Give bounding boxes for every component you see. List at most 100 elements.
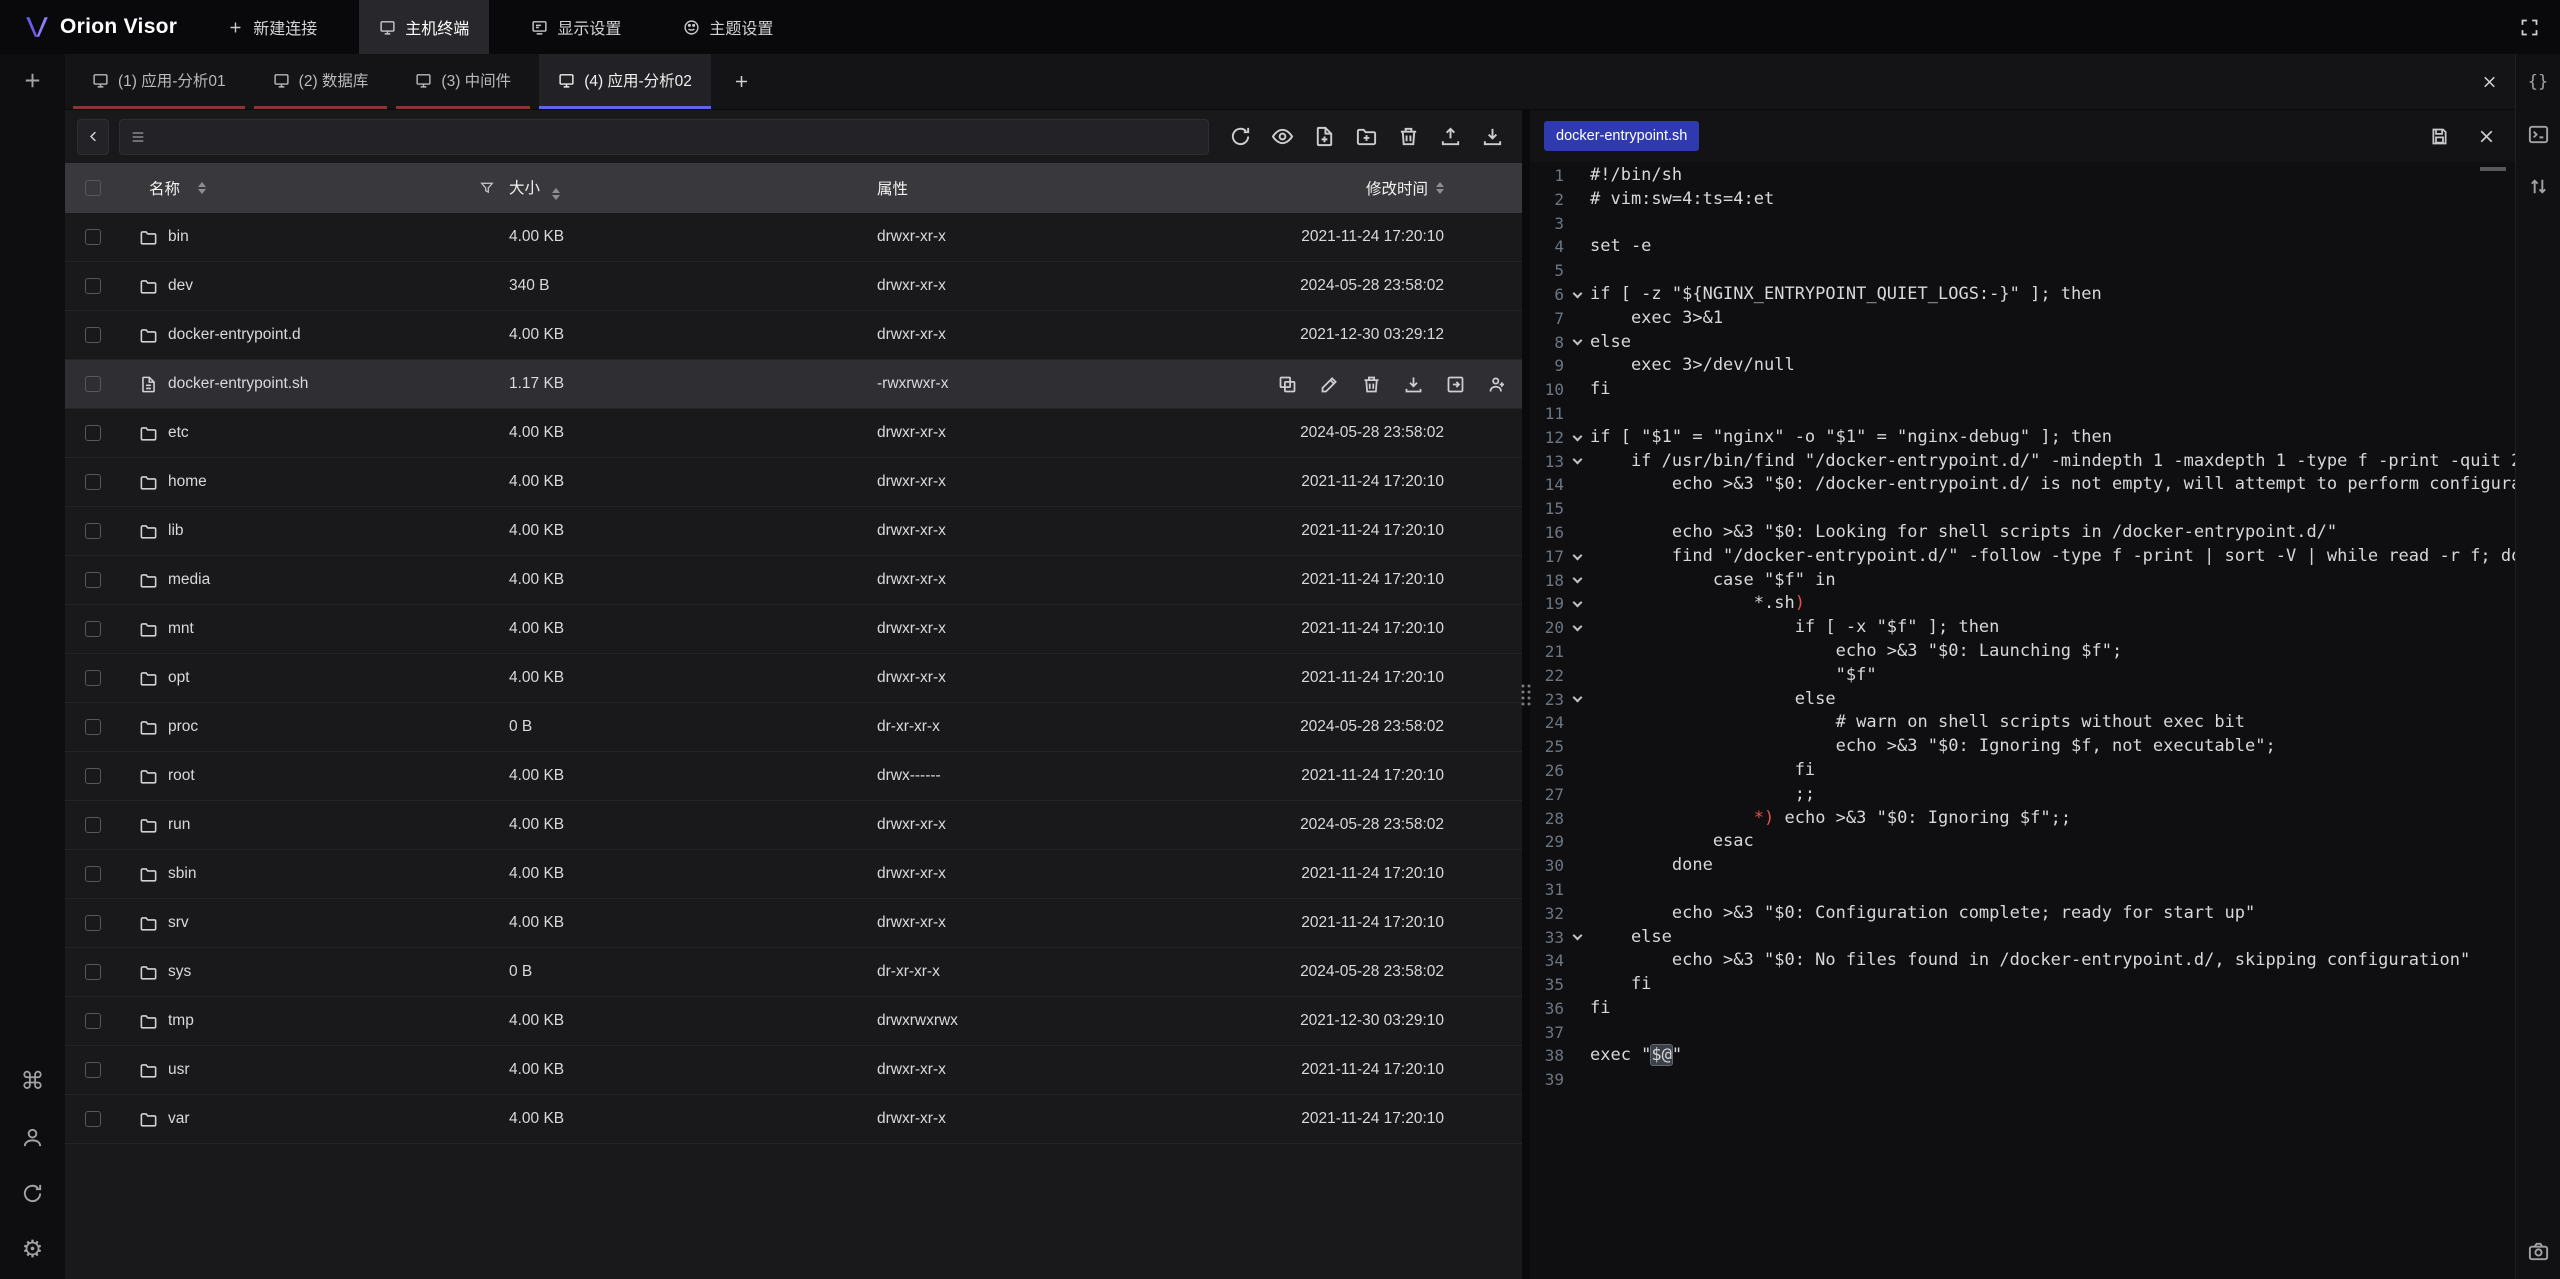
fold-toggle-icon[interactable] bbox=[1564, 402, 1590, 426]
copy-path-icon[interactable] bbox=[1277, 374, 1298, 395]
row-checkbox[interactable] bbox=[85, 1062, 101, 1078]
row-checkbox[interactable] bbox=[85, 327, 101, 343]
panel-splitter[interactable] bbox=[1522, 110, 1530, 1279]
table-row[interactable]: etc 4.00 KB drwxr-xr-x 2024-05-28 23:58:… bbox=[65, 409, 1522, 458]
refresh-icon[interactable] bbox=[1229, 125, 1252, 148]
close-tabs-icon[interactable] bbox=[2480, 72, 2499, 91]
fold-toggle-icon[interactable] bbox=[1564, 497, 1590, 521]
fold-toggle-icon[interactable] bbox=[1564, 1068, 1590, 1092]
new-panel-plus-icon[interactable] bbox=[19, 66, 47, 94]
fold-toggle-icon[interactable] bbox=[1564, 616, 1590, 640]
fold-toggle-icon[interactable] bbox=[1564, 450, 1590, 474]
nav-item-display-settings[interactable]: 显示设置 bbox=[511, 0, 641, 54]
row-checkbox[interactable] bbox=[85, 572, 101, 588]
nav-item-theme-settings[interactable]: 主题设置 bbox=[663, 0, 793, 54]
permission-icon[interactable] bbox=[1487, 374, 1508, 395]
fold-toggle-icon[interactable] bbox=[1564, 1021, 1590, 1045]
row-checkbox[interactable] bbox=[85, 817, 101, 833]
fold-toggle-icon[interactable] bbox=[1564, 759, 1590, 783]
fold-toggle-icon[interactable] bbox=[1564, 521, 1590, 545]
row-checkbox[interactable] bbox=[85, 719, 101, 735]
table-row[interactable]: docker-entrypoint.d 4.00 KB drwxr-xr-x 2… bbox=[65, 311, 1522, 360]
fold-toggle-icon[interactable] bbox=[1564, 354, 1590, 378]
edit-icon[interactable] bbox=[1319, 374, 1340, 395]
table-row[interactable]: media 4.00 KB drwxr-xr-x 2021-11-24 17:2… bbox=[65, 556, 1522, 605]
sync-icon[interactable] bbox=[19, 1179, 47, 1207]
row-checkbox[interactable] bbox=[85, 229, 101, 245]
table-row[interactable]: run 4.00 KB drwxr-xr-x 2024-05-28 23:58:… bbox=[65, 801, 1522, 850]
row-checkbox[interactable] bbox=[85, 376, 101, 392]
open-file-chip[interactable]: docker-entrypoint.sh bbox=[1544, 121, 1699, 151]
tab-middleware[interactable]: (3) 中间件 bbox=[396, 54, 530, 109]
eye-icon[interactable] bbox=[1271, 125, 1294, 148]
table-row[interactable]: opt 4.00 KB drwxr-xr-x 2021-11-24 17:20:… bbox=[65, 654, 1522, 703]
fold-toggle-icon[interactable] bbox=[1564, 640, 1590, 664]
sort-size-icon[interactable] bbox=[552, 188, 560, 200]
table-row[interactable]: srv 4.00 KB drwxr-xr-x 2021-11-24 17:20:… bbox=[65, 899, 1522, 948]
fold-toggle-icon[interactable] bbox=[1564, 378, 1590, 402]
new-tab-button[interactable] bbox=[732, 72, 751, 91]
terminal-panel-icon[interactable] bbox=[2524, 120, 2552, 148]
path-input[interactable] bbox=[154, 128, 1198, 145]
code-area[interactable]: 1 #!/bin/sh 2 # vim:sw=4:ts=4:et 3 4 set… bbox=[1530, 162, 2515, 1279]
fold-toggle-icon[interactable] bbox=[1564, 735, 1590, 759]
table-row[interactable]: home 4.00 KB drwxr-xr-x 2021-11-24 17:20… bbox=[65, 458, 1522, 507]
fold-toggle-icon[interactable] bbox=[1564, 307, 1590, 331]
settings-gear-icon[interactable]: ⚙ bbox=[19, 1235, 47, 1263]
fold-toggle-icon[interactable] bbox=[1564, 569, 1590, 593]
table-row[interactable]: bin 4.00 KB drwxr-xr-x 2021-11-24 17:20:… bbox=[65, 213, 1522, 262]
row-download-icon[interactable] bbox=[1403, 374, 1424, 395]
table-row[interactable]: var 4.00 KB drwxr-xr-x 2021-11-24 17:20:… bbox=[65, 1095, 1522, 1144]
fold-toggle-icon[interactable] bbox=[1564, 783, 1590, 807]
fold-toggle-icon[interactable] bbox=[1564, 283, 1590, 307]
close-editor-icon[interactable] bbox=[2476, 126, 2497, 147]
row-checkbox[interactable] bbox=[85, 915, 101, 931]
fold-toggle-icon[interactable] bbox=[1564, 235, 1590, 259]
fold-toggle-icon[interactable] bbox=[1564, 973, 1590, 997]
new-file-icon[interactable] bbox=[1313, 125, 1336, 148]
table-row[interactable]: usr 4.00 KB drwxr-xr-x 2021-11-24 17:20:… bbox=[65, 1046, 1522, 1095]
snippet-braces-icon[interactable]: {} bbox=[2524, 68, 2552, 96]
back-button[interactable] bbox=[77, 119, 109, 155]
user-icon[interactable] bbox=[19, 1123, 47, 1151]
row-checkbox[interactable] bbox=[85, 474, 101, 490]
row-checkbox[interactable] bbox=[85, 1013, 101, 1029]
move-icon[interactable] bbox=[1445, 374, 1466, 395]
new-folder-icon[interactable] bbox=[1355, 125, 1378, 148]
fold-toggle-icon[interactable] bbox=[1564, 592, 1590, 616]
fold-toggle-icon[interactable] bbox=[1564, 164, 1590, 188]
fold-toggle-icon[interactable] bbox=[1564, 902, 1590, 926]
save-icon[interactable] bbox=[2429, 126, 2450, 147]
table-row[interactable]: proc 0 B dr-xr-xr-x 2024-05-28 23:58:02 bbox=[65, 703, 1522, 752]
column-size[interactable]: 大小 bbox=[509, 176, 877, 200]
table-row[interactable]: docker-entrypoint.sh 1.17 KB -rwxrwxr-x … bbox=[65, 360, 1522, 409]
row-delete-icon[interactable] bbox=[1361, 374, 1382, 395]
download-icon[interactable] bbox=[1481, 125, 1504, 148]
list-icon[interactable] bbox=[130, 129, 146, 145]
table-row[interactable]: dev 340 B drwxr-xr-x 2024-05-28 23:58:02 bbox=[65, 262, 1522, 311]
fold-toggle-icon[interactable] bbox=[1564, 949, 1590, 973]
delete-icon[interactable] bbox=[1397, 125, 1420, 148]
table-row[interactable]: root 4.00 KB drwx------ 2021-11-24 17:20… bbox=[65, 752, 1522, 801]
row-checkbox[interactable] bbox=[85, 425, 101, 441]
column-modified[interactable]: 修改时间 bbox=[1277, 177, 1522, 199]
scrollbar-thumb[interactable] bbox=[2480, 167, 2506, 171]
row-checkbox[interactable] bbox=[85, 670, 101, 686]
column-name[interactable]: 名称 bbox=[121, 177, 509, 199]
fold-toggle-icon[interactable] bbox=[1564, 212, 1590, 236]
fold-toggle-icon[interactable] bbox=[1564, 188, 1590, 212]
row-checkbox[interactable] bbox=[85, 1111, 101, 1127]
select-all-checkbox[interactable] bbox=[85, 180, 101, 196]
fold-toggle-icon[interactable] bbox=[1564, 830, 1590, 854]
sort-name-icon[interactable] bbox=[198, 182, 206, 194]
fold-toggle-icon[interactable] bbox=[1564, 807, 1590, 831]
filter-icon[interactable] bbox=[479, 180, 495, 196]
tab-app-analysis-01[interactable]: (1) 应用-分析01 bbox=[73, 54, 245, 109]
fold-toggle-icon[interactable] bbox=[1564, 545, 1590, 569]
table-row[interactable]: tmp 4.00 KB drwxrwxrwx 2021-12-30 03:29:… bbox=[65, 997, 1522, 1046]
fold-toggle-icon[interactable] bbox=[1564, 854, 1590, 878]
fullscreen-icon[interactable] bbox=[2519, 17, 2540, 38]
fold-toggle-icon[interactable] bbox=[1564, 331, 1590, 355]
tab-database[interactable]: (2) 数据库 bbox=[254, 54, 388, 109]
swap-order-icon[interactable] bbox=[2524, 172, 2552, 200]
